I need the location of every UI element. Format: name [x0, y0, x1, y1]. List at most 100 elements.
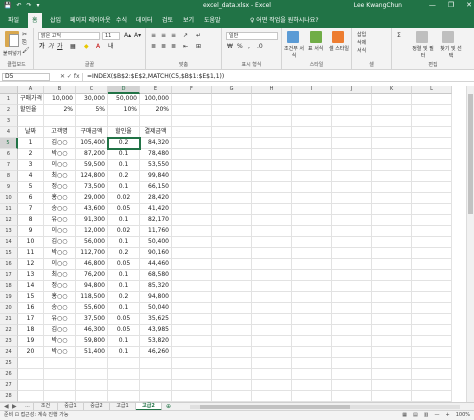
cell[interactable]: [332, 116, 372, 127]
cell[interactable]: [172, 347, 212, 358]
cell[interactable]: [252, 281, 292, 292]
cell[interactable]: [172, 325, 212, 336]
cell[interactable]: [412, 336, 452, 347]
cell[interactable]: [372, 193, 412, 204]
copy-icon[interactable]: ⎘: [22, 39, 27, 46]
conditional-format-icon[interactable]: [287, 31, 299, 43]
row-header[interactable]: 5: [0, 138, 18, 149]
cell[interactable]: [172, 281, 212, 292]
cell[interactable]: [252, 347, 292, 358]
cell[interactable]: 김○○: [44, 237, 76, 248]
cell[interactable]: [140, 369, 172, 380]
cell[interactable]: [412, 149, 452, 160]
restore-button[interactable]: ❐: [448, 1, 454, 9]
tab-data[interactable]: 데이터: [136, 15, 153, 24]
tab-formulas[interactable]: 수식: [116, 15, 127, 24]
row-header[interactable]: 12: [0, 215, 18, 226]
cell[interactable]: [212, 182, 252, 193]
find-select-icon[interactable]: [442, 31, 454, 43]
zoom-out-icon[interactable]: —: [435, 412, 440, 419]
merge-center-icon[interactable]: ⊞: [196, 43, 201, 50]
cell[interactable]: [372, 105, 412, 116]
cell[interactable]: 76,200: [76, 270, 108, 281]
normal-view-icon[interactable]: ▦: [402, 412, 407, 419]
cell[interactable]: 94,800: [76, 281, 108, 292]
wrap-text-icon[interactable]: ↵: [196, 32, 201, 39]
cell[interactable]: [292, 116, 332, 127]
cell[interactable]: [292, 369, 332, 380]
cell[interactable]: [292, 336, 332, 347]
border-icon[interactable]: ▦: [70, 43, 76, 50]
column-header[interactable]: G: [212, 86, 252, 94]
close-button[interactable]: ✕: [466, 1, 472, 9]
align-left-icon[interactable]: ≣: [151, 43, 156, 50]
cell[interactable]: 0.02: [108, 226, 140, 237]
cell[interactable]: 유○○: [44, 215, 76, 226]
cell[interactable]: 박○○: [44, 347, 76, 358]
cell[interactable]: [372, 314, 412, 325]
cell[interactable]: [332, 204, 372, 215]
cell[interactable]: 50,000: [108, 94, 140, 105]
cell[interactable]: [332, 248, 372, 259]
cell[interactable]: [292, 358, 332, 369]
cell[interactable]: [292, 149, 332, 160]
cell[interactable]: [292, 248, 332, 259]
cell[interactable]: [372, 369, 412, 380]
cell[interactable]: [212, 160, 252, 171]
cell[interactable]: [292, 270, 332, 281]
active-cell[interactable]: 0.2: [107, 137, 141, 150]
cell[interactable]: [372, 127, 412, 138]
cell[interactable]: [332, 281, 372, 292]
cell[interactable]: [292, 314, 332, 325]
cell[interactable]: 9: [18, 226, 44, 237]
cell[interactable]: 11: [18, 248, 44, 259]
cell[interactable]: 할인율: [108, 127, 140, 138]
cell[interactable]: [172, 127, 212, 138]
cell[interactable]: [412, 358, 452, 369]
column-header[interactable]: J: [332, 86, 372, 94]
shrink-font-button[interactable]: A▾: [134, 32, 141, 39]
cell[interactable]: [332, 237, 372, 248]
cell[interactable]: [332, 226, 372, 237]
cell[interactable]: 할인율: [18, 105, 44, 116]
cell[interactable]: [332, 314, 372, 325]
cell[interactable]: 43,600: [76, 204, 108, 215]
cell[interactable]: 91,300: [76, 215, 108, 226]
cell[interactable]: [172, 358, 212, 369]
cell[interactable]: [292, 215, 332, 226]
cell[interactable]: [172, 314, 212, 325]
cell[interactable]: [332, 369, 372, 380]
cell[interactable]: [252, 391, 292, 402]
tab-home[interactable]: 홈: [28, 13, 42, 28]
row-header[interactable]: 16: [0, 259, 18, 270]
cell[interactable]: 73,500: [76, 182, 108, 193]
cell[interactable]: [292, 281, 332, 292]
row-header[interactable]: 10: [0, 193, 18, 204]
cell[interactable]: [332, 149, 372, 160]
cell[interactable]: [212, 292, 252, 303]
cell[interactable]: [252, 149, 292, 160]
row-header[interactable]: 17: [0, 270, 18, 281]
cell[interactable]: [372, 116, 412, 127]
row-header[interactable]: 13: [0, 226, 18, 237]
cell[interactable]: 0.1: [108, 347, 140, 358]
cell[interactable]: [252, 369, 292, 380]
cell[interactable]: [292, 303, 332, 314]
cell[interactable]: [332, 193, 372, 204]
cell[interactable]: [44, 391, 76, 402]
cell[interactable]: 28,420: [140, 193, 172, 204]
row-header[interactable]: 28: [0, 391, 18, 402]
cell[interactable]: 44,460: [140, 259, 172, 270]
select-all-corner[interactable]: [0, 86, 18, 94]
cell[interactable]: 0.1: [108, 215, 140, 226]
row-header[interactable]: 26: [0, 369, 18, 380]
cell[interactable]: 20%: [140, 105, 172, 116]
cell[interactable]: [292, 160, 332, 171]
cell[interactable]: [412, 270, 452, 281]
cell[interactable]: 8: [18, 215, 44, 226]
number-format-select[interactable]: 일반: [226, 32, 278, 40]
cell[interactable]: [212, 94, 252, 105]
cell[interactable]: 5%: [76, 105, 108, 116]
cell[interactable]: 84,320: [140, 138, 172, 149]
cell[interactable]: [332, 127, 372, 138]
